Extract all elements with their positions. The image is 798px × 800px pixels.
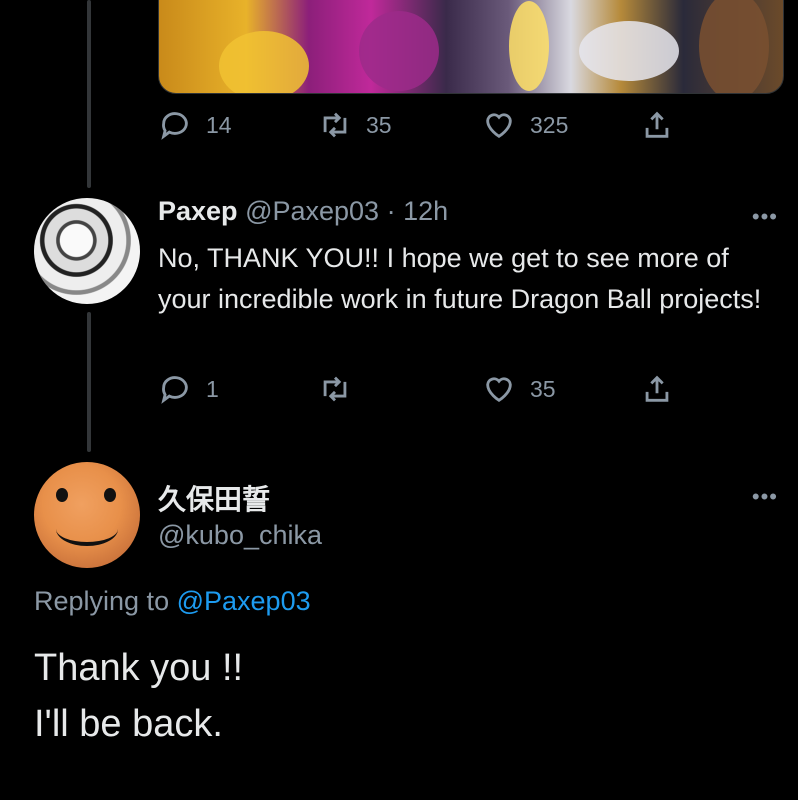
tweet-text: No, THANK YOU!! I hope we get to see mor…	[158, 243, 762, 314]
tweet-media-image[interactable]	[158, 0, 784, 94]
share-icon	[645, 375, 669, 402]
thread-line-top	[87, 0, 91, 188]
reply-button[interactable]: 1	[158, 372, 219, 406]
reply-count: 1	[206, 375, 219, 402]
retweet-icon	[323, 376, 347, 402]
reply-tweet-actions: 1 35	[0, 372, 798, 412]
reply-icon	[161, 376, 188, 404]
reply-icon	[161, 112, 188, 140]
separator: ·	[386, 196, 396, 226]
like-button[interactable]: 325	[482, 108, 568, 142]
avatar-eye-right	[104, 488, 116, 502]
avatar-eye-left	[56, 488, 68, 502]
timestamp[interactable]: 12h	[403, 196, 448, 226]
share-button[interactable]	[640, 372, 674, 406]
retweet-count: 35	[366, 111, 392, 138]
replying-to: Replying to @Paxep03	[34, 586, 311, 617]
reply-button[interactable]: 14	[158, 108, 232, 142]
like-icon	[486, 113, 512, 139]
handle[interactable]: @kubo_chika	[158, 520, 322, 551]
more-icon[interactable]: •••	[752, 204, 778, 230]
avatar[interactable]	[34, 462, 140, 568]
reply-count: 14	[206, 111, 232, 138]
retweet-button[interactable]	[318, 372, 366, 406]
retweet-icon	[323, 112, 347, 138]
share-icon	[645, 111, 669, 138]
replying-prefix: Replying to	[34, 586, 170, 616]
mention-link[interactable]: @Paxep03	[177, 586, 311, 616]
tweet-text-line-2: I'll be back.	[34, 703, 223, 745]
display-name[interactable]: 久保田誓	[158, 478, 270, 518]
top-tweet-actions: 14 35 325	[0, 108, 798, 148]
more-icon[interactable]: •••	[752, 484, 778, 510]
tweet-text: Thank you !! I'll be back.	[34, 640, 243, 752]
like-icon	[486, 377, 512, 403]
avatar-mouth	[56, 512, 118, 546]
like-button[interactable]: 35	[482, 372, 556, 406]
tweet-text-line-1: Thank you !!	[34, 647, 244, 689]
share-button[interactable]	[640, 108, 674, 142]
like-count: 325	[530, 111, 569, 138]
display-name[interactable]: Paxep	[158, 196, 238, 226]
tweet-header: Paxep @Paxep03 · 12h	[158, 196, 448, 227]
handle[interactable]: @Paxep03	[245, 196, 379, 226]
retweet-button[interactable]: 35	[318, 108, 392, 142]
avatar[interactable]	[34, 198, 140, 304]
like-count: 35	[530, 375, 556, 402]
